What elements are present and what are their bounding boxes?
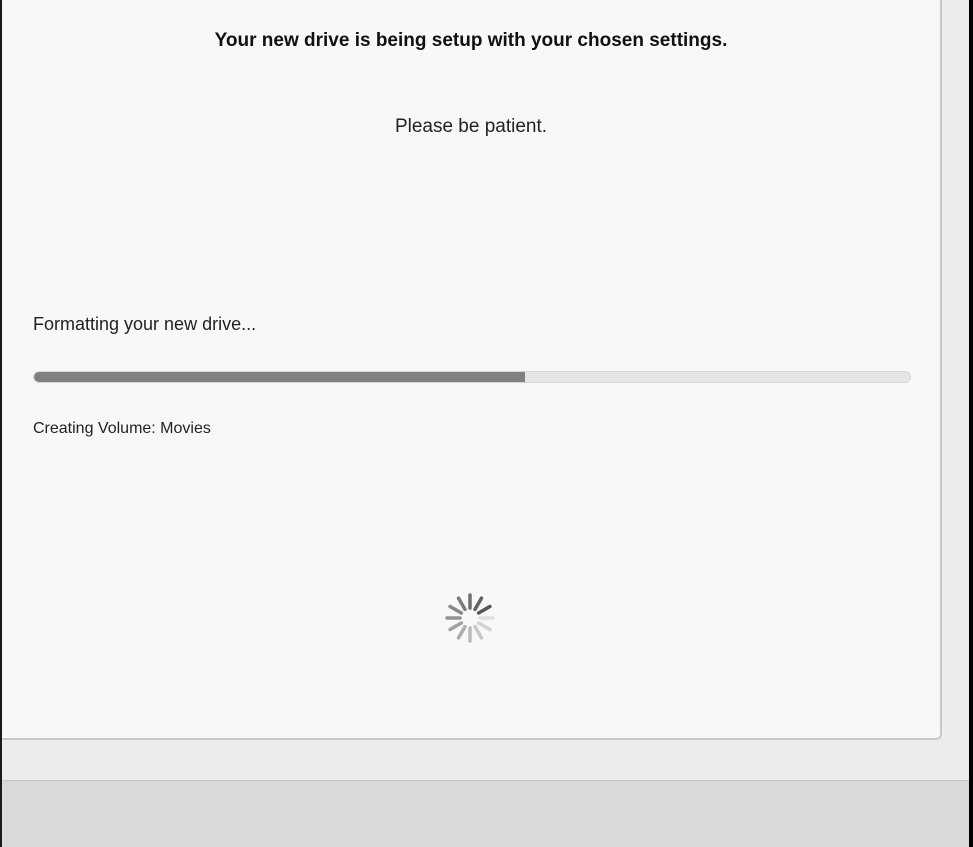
spinner-spoke [476, 604, 492, 615]
status-message: Formatting your new drive... [33, 314, 257, 334]
progress-bar [33, 371, 911, 383]
spinner-spoke [473, 624, 484, 640]
spinner-spoke [473, 596, 484, 612]
spinner-spoke [456, 624, 467, 640]
spinner-spoke [456, 596, 467, 612]
spinner-spoke [476, 621, 492, 632]
setup-window: Your new drive is being setup with your … [0, 0, 969, 847]
loading-spinner-icon [445, 593, 495, 643]
spinner-spoke [448, 604, 464, 615]
setup-panel: Your new drive is being setup with your … [2, 0, 942, 740]
progress-bar-fill [34, 372, 525, 382]
current-step-detail: Creating Volume: Movies [33, 420, 211, 437]
patience-message: Please be patient. [394, 116, 548, 137]
setup-heading: Your new drive is being setup with your … [214, 30, 728, 51]
spinner-spoke [448, 621, 464, 632]
footer-bar [2, 781, 969, 847]
